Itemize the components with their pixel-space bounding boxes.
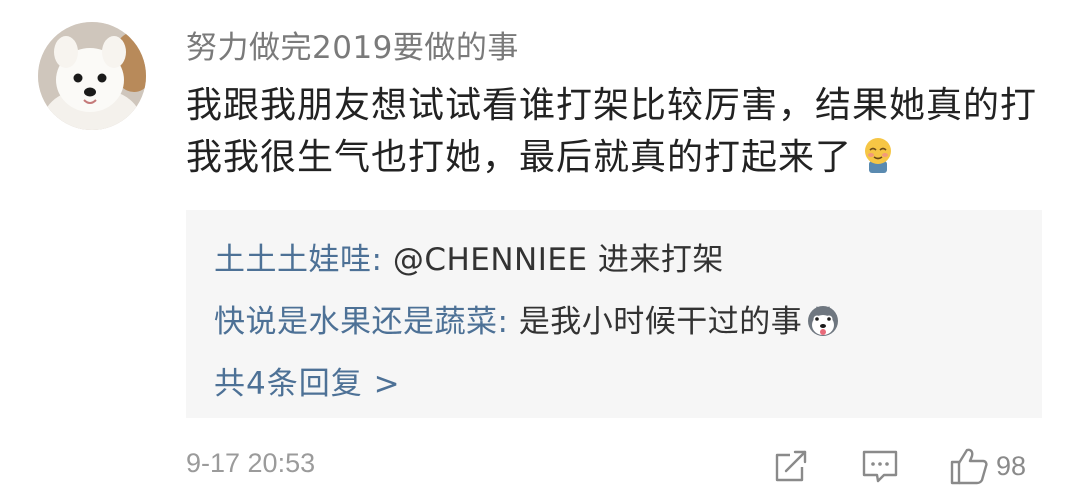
view-all-replies-link[interactable]: 共4条回复 > [214, 358, 401, 403]
comment-body: 我跟我朋友想试试看谁打架比较厉害，结果她真的打我我很生气也打她，最后就真的打起来… [186, 80, 1056, 184]
comment-text: 我跟我朋友想试试看谁打架比较厉害，结果她真的打我我很生气也打她，最后就真的打起来… [186, 85, 1038, 178]
reply-text: 是我小时候干过的事 [518, 304, 803, 340]
comment-timestamp: 9-17 20:53 [186, 448, 316, 478]
replies-box[interactable]: 土土土娃哇: @CHENNIEE 进来打架 快说是水果还是蔬菜: 是我小时候干过… [186, 210, 1042, 418]
comment-card: 努力做完2019要做的事 我跟我朋友想试试看谁打架比较厉害，结果她真的打我我很生… [0, 0, 1080, 504]
reply-item[interactable]: 土土土娃哇: @CHENNIEE 进来打架 [214, 234, 724, 279]
share-button[interactable] [772, 446, 810, 486]
blush-emoji-icon [858, 135, 898, 175]
avatar[interactable] [38, 22, 146, 130]
comment-icon [862, 450, 898, 483]
reply-text: @CHENNIEE 进来打架 [392, 242, 724, 278]
like-button[interactable]: 98 [948, 446, 1026, 486]
share-icon [775, 450, 807, 482]
like-icon [950, 448, 988, 485]
reply-author[interactable]: 快说是水果还是蔬菜: [214, 304, 508, 340]
comment-button[interactable] [860, 446, 900, 486]
husky-emoji-icon [806, 304, 840, 338]
like-count: 98 [996, 450, 1027, 481]
reply-author[interactable]: 土土土娃哇: [214, 242, 382, 278]
reply-item[interactable]: 快说是水果还是蔬菜: 是我小时候干过的事 [214, 296, 840, 341]
puppy-avatar-image [38, 22, 146, 130]
comment-username[interactable]: 努力做完2019要做的事 [186, 22, 519, 67]
